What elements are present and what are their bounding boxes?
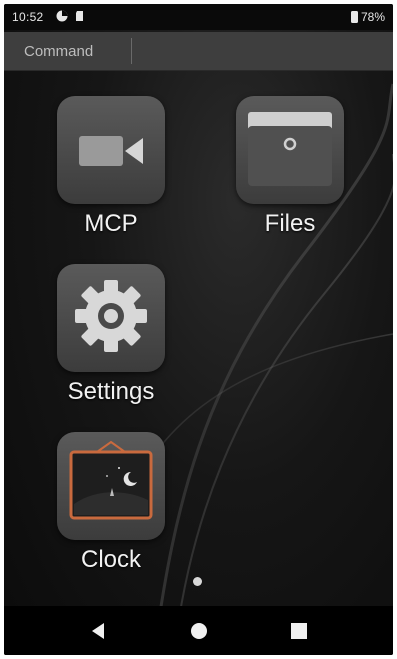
app-settings[interactable]: Settings [46, 264, 176, 406]
page-indicator-dot [193, 577, 202, 586]
battery-icon [350, 11, 358, 23]
video-camera-icon [79, 136, 143, 166]
status-time: 10:52 [12, 10, 44, 24]
gear-icon [75, 280, 147, 352]
app-clock[interactable]: Clock [46, 432, 176, 574]
sync-icon [56, 10, 68, 22]
app-mcp-label: MCP [84, 210, 138, 237]
app-mcp-tile[interactable] [57, 96, 165, 204]
app-mcp[interactable]: MCP [46, 96, 176, 238]
recent-square-icon[interactable] [288, 620, 310, 642]
back-triangle-icon[interactable] [88, 620, 110, 642]
app-settings-label: Settings [67, 378, 155, 405]
command-divider [131, 38, 132, 64]
device-screen: 10:52 78% Command MCP Files Settings Clo… [4, 4, 393, 655]
sd-card-icon [76, 11, 83, 21]
command-bar[interactable]: Command [4, 32, 393, 71]
app-files-label: Files [264, 210, 316, 237]
folder-icon [248, 112, 332, 186]
navigation-bar [4, 606, 393, 655]
app-clock-label: Clock [80, 546, 141, 573]
battery-status: 78% [350, 10, 385, 24]
app-files[interactable]: Files [225, 96, 355, 238]
app-clock-tile[interactable] [57, 432, 165, 540]
framed-night-scene-icon [69, 440, 153, 520]
command-label[interactable]: Command [24, 43, 93, 60]
app-files-tile[interactable] [236, 96, 344, 204]
battery-percent: 78% [360, 10, 385, 24]
app-settings-tile[interactable] [57, 264, 165, 372]
status-bar: 10:52 78% [4, 4, 393, 30]
home-circle-icon[interactable] [188, 620, 210, 642]
